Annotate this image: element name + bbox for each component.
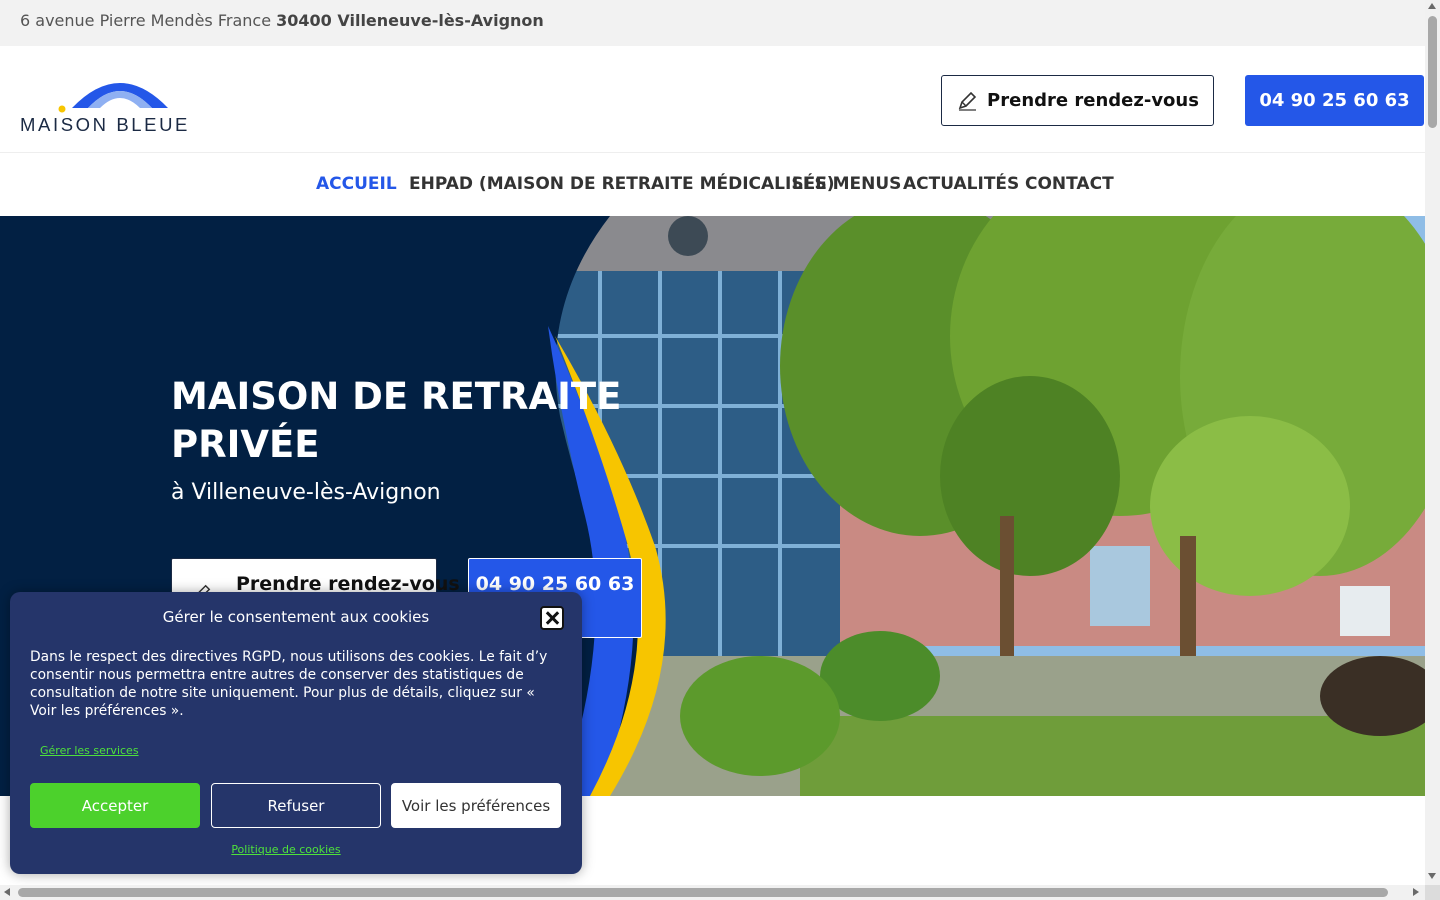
cookie-policy-link[interactable]: Politique de cookies (10, 843, 562, 856)
address-bar: 6 avenue Pierre Mendès France 30400 Vill… (0, 0, 1425, 46)
preferences-button[interactable]: Voir les préférences (391, 783, 561, 828)
nav-item-contact[interactable]: CONTACT (1025, 174, 1114, 194)
nav-item-actualites[interactable]: ACTUALITÉS (903, 174, 1019, 194)
vertical-scrollbar[interactable] (1425, 0, 1440, 885)
nav-item-menus[interactable]: LES MENUS (792, 174, 901, 194)
header-appointment-button[interactable]: Prendre rendez-vous (941, 75, 1214, 126)
cookie-title: Gérer le consentement aux cookies (162, 608, 430, 626)
header-appointment-label: Prendre rendez-vous (987, 90, 1199, 111)
scroll-up-icon[interactable] (1428, 3, 1436, 9)
close-icon[interactable] (540, 606, 564, 630)
address-text: 6 avenue Pierre Mendès France 30400 Vill… (20, 11, 544, 30)
vertical-scroll-thumb[interactable] (1428, 16, 1437, 128)
header-phone-button[interactable]: 04 90 25 60 63 (1245, 75, 1424, 126)
logo-text: MAISON BLEUE (20, 114, 190, 135)
horizontal-scrollbar[interactable] (0, 885, 1425, 900)
horizontal-scroll-thumb[interactable] (18, 888, 1388, 897)
manage-services-link[interactable]: Gérer les services (40, 744, 139, 757)
header-phone-label: 04 90 25 60 63 (1259, 90, 1410, 111)
refuse-button[interactable]: Refuser (211, 783, 381, 828)
logo-arch-icon (58, 83, 168, 113)
scroll-left-icon[interactable] (4, 888, 10, 896)
nav-item-accueil[interactable]: ACCUEIL (316, 174, 397, 194)
pencil-icon (958, 91, 977, 111)
cookie-text: Dans le respect des directives RGPD, nou… (30, 649, 548, 719)
cookie-consent-dialog: Gérer le consentement aux cookies Dans l… (10, 592, 582, 874)
scrollbar-corner (1425, 885, 1440, 900)
address-city: 30400 Villeneuve-lès-Avignon (276, 11, 544, 30)
scroll-down-icon[interactable] (1428, 873, 1436, 879)
main-navigation: ACCUEIL EHPAD (MAISON DE RETRAITE MÉDICA… (0, 152, 1425, 216)
hero-subtitle: à Villeneuve-lès-Avignon (171, 480, 441, 505)
nav-item-ehpad[interactable]: EHPAD (MAISON DE RETRAITE MÉDICALISÉE) (409, 174, 835, 194)
site-logo[interactable]: MAISON BLEUE (20, 66, 220, 136)
scroll-right-icon[interactable] (1413, 888, 1419, 896)
accept-button[interactable]: Accepter (30, 783, 200, 828)
site-header: MAISON BLEUE Prendre rendez-vous 04 90 2… (0, 46, 1425, 152)
address-street: 6 avenue Pierre Mendès France (20, 11, 272, 30)
hero-title: MAISON DE RETRAITE PRIVÉE (171, 375, 622, 466)
